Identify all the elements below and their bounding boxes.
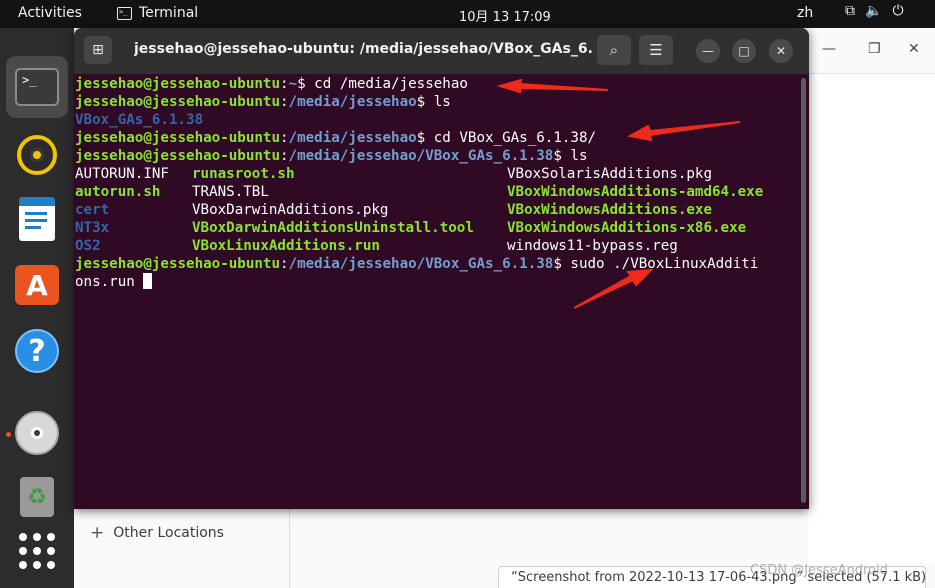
dock: >_ A ? ♻ <box>0 28 74 588</box>
writer-icon <box>19 197 55 241</box>
close-icon[interactable]: ✕ <box>908 41 920 57</box>
places-sidebar: + Other Locations <box>74 508 290 588</box>
listing-row: OS2 VBoxLinuxAdditions.run windows11-byp… <box>75 238 678 254</box>
sidebar-item-other-locations[interactable]: + Other Locations <box>90 523 224 543</box>
app-grid-icon <box>19 533 55 569</box>
close-button[interactable]: ✕ <box>769 39 793 63</box>
listing-row: NT3x VBoxDarwinAdditionsUninstall.tool V… <box>75 220 747 236</box>
volume-icon[interactable]: 🔈 <box>865 3 882 19</box>
prompt-line: jessehao@jessehao-ubuntu:~$ cd /media/je… <box>75 76 468 92</box>
plus-icon: + <box>90 523 105 543</box>
activities-button[interactable]: Activities <box>18 5 82 21</box>
maximize-button[interactable]: □ <box>732 39 756 63</box>
dock-software[interactable]: A <box>6 254 68 316</box>
terminal-output[interactable]: jessehao@jessehao-ubuntu:~$ cd /media/je… <box>75 75 800 291</box>
software-store-icon: A <box>15 265 59 305</box>
sidebar-item-label: Other Locations <box>113 525 224 541</box>
dock-help[interactable]: ? <box>6 320 68 382</box>
dock-terminal[interactable]: >_ <box>6 56 68 118</box>
text-cursor <box>143 273 153 289</box>
app-name: Terminal <box>139 5 199 21</box>
hamburger-icon: ☰ <box>649 41 663 59</box>
app-menu[interactable]: >_ Terminal <box>117 5 198 21</box>
listing-row: AUTORUN.INF runasroot.sh VBoxSolarisAddi… <box>75 166 712 182</box>
top-bar: Activities >_ Terminal 10月 13 17:09 zh ⧉… <box>0 0 935 28</box>
prompt-line: jessehao@jessehao-ubuntu:/media/jessehao… <box>75 130 597 146</box>
new-tab-button[interactable]: ⊞ <box>84 36 112 64</box>
terminal-window[interactable]: ⊞ jessehao@jessehao-ubuntu: /media/jesse… <box>74 28 809 509</box>
rhythmbox-icon <box>17 135 57 175</box>
watermark: CSDN @JesseAndroid <box>750 563 888 578</box>
trash-icon: ♻ <box>20 477 54 517</box>
scrollbar[interactable] <box>801 78 806 503</box>
output-line: VBox_GAs_6.1.38 <box>75 112 204 128</box>
menu-button[interactable]: ☰ <box>639 35 673 65</box>
network-icon[interactable]: ⧉ <box>845 3 855 19</box>
system-tray[interactable]: ⧉ 🔈 ⏻ <box>845 3 904 19</box>
input-line[interactable]: ons.run <box>75 273 800 291</box>
search-button[interactable]: ⌕ <box>597 35 631 65</box>
help-icon: ? <box>15 329 59 373</box>
maximize-icon: □ <box>738 44 750 58</box>
dock-disc[interactable] <box>6 402 68 464</box>
listing-row: cert VBoxDarwinAdditions.pkg VBoxWindows… <box>75 202 712 218</box>
close-icon: ✕ <box>775 44 787 58</box>
minimize-button[interactable]: — <box>696 39 720 63</box>
dock-show-apps[interactable] <box>6 520 68 582</box>
dock-trash[interactable]: ♻ <box>6 466 68 528</box>
file-view[interactable] <box>808 74 935 564</box>
minimize-icon[interactable]: — <box>822 41 836 57</box>
terminal-icon: >_ <box>15 68 59 106</box>
window-title: jessehao@jessehao-ubuntu: /media/jesseha… <box>134 41 594 57</box>
listing-row: autorun.sh TRANS.TBL VBoxWindowsAddition… <box>75 184 764 200</box>
dock-rhythmbox[interactable] <box>6 124 68 186</box>
maximize-icon[interactable]: ❐ <box>868 41 881 57</box>
prompt-line: jessehao@jessehao-ubuntu:/media/jessehao… <box>75 256 759 272</box>
optical-disc-icon <box>15 411 59 455</box>
terminal-titlebar[interactable]: ⊞ jessehao@jessehao-ubuntu: /media/jesse… <box>74 28 809 74</box>
input-method-indicator[interactable]: zh <box>797 5 813 21</box>
clock[interactable]: 10月 13 17:09 <box>459 6 551 25</box>
prompt-line: jessehao@jessehao-ubuntu:/media/jessehao… <box>75 148 588 164</box>
prompt-line: jessehao@jessehao-ubuntu:/media/jessehao… <box>75 94 451 110</box>
search-icon: ⌕ <box>609 41 619 59</box>
file-manager-header: — ❐ ✕ <box>808 28 935 74</box>
terminal-icon: >_ <box>117 6 132 20</box>
power-icon[interactable]: ⏻ <box>892 3 903 19</box>
minimize-icon: — <box>702 44 714 58</box>
dock-writer[interactable] <box>6 188 68 250</box>
new-tab-icon: ⊞ <box>92 42 104 58</box>
